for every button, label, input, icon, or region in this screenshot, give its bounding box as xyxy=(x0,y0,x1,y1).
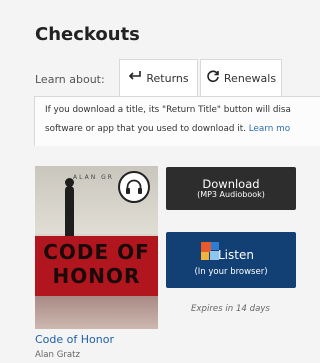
expiration-text: Expires in 14 days xyxy=(191,304,270,314)
listen-button[interactable]: Listen (In your browser) xyxy=(166,232,296,288)
notice-line-1: If you download a title, its "Return Tit… xyxy=(45,105,291,115)
tab-renewals[interactable]: Renewals xyxy=(200,59,282,96)
tab-returns[interactable]: Returns xyxy=(119,59,198,96)
cover-title: CODE OF HONOR xyxy=(35,240,158,288)
listen-button-label: Listen xyxy=(218,248,254,262)
download-button[interactable]: Download (MP3 Audiobook) xyxy=(166,167,296,210)
notice-line-2: software or app that you used to downloa… xyxy=(45,120,320,139)
download-button-sublabel: (MP3 Audiobook) xyxy=(197,189,265,199)
return-notice: If you download a title, its "Return Tit… xyxy=(34,96,320,146)
refresh-icon xyxy=(206,69,220,87)
cover-author-text: ALAN GR xyxy=(73,174,114,181)
tab-renewals-label: Renewals xyxy=(223,71,277,85)
headphones-icon xyxy=(118,171,150,203)
cover-figure xyxy=(65,186,74,238)
learn-about-label: Learn about: xyxy=(35,73,105,86)
cover-title-line-1: CODE OF xyxy=(43,240,150,264)
learn-more-link[interactable]: Learn mo xyxy=(249,124,290,134)
book-author: Alan Gratz xyxy=(35,350,81,360)
page-title: Checkouts xyxy=(35,24,140,45)
tab-returns-label: Returns xyxy=(146,71,189,85)
download-button-label: Download xyxy=(202,176,260,191)
cover-lower xyxy=(35,296,158,329)
listen-button-sublabel: (In your browser) xyxy=(194,267,268,277)
book-title-link[interactable]: Code of Honor xyxy=(35,333,114,346)
listen-app-icon xyxy=(201,242,219,260)
cover-title-line-2: HONOR xyxy=(52,264,141,288)
return-arrow-icon xyxy=(128,70,142,86)
notice-line-2-text: software or app that you used to downloa… xyxy=(45,124,249,134)
